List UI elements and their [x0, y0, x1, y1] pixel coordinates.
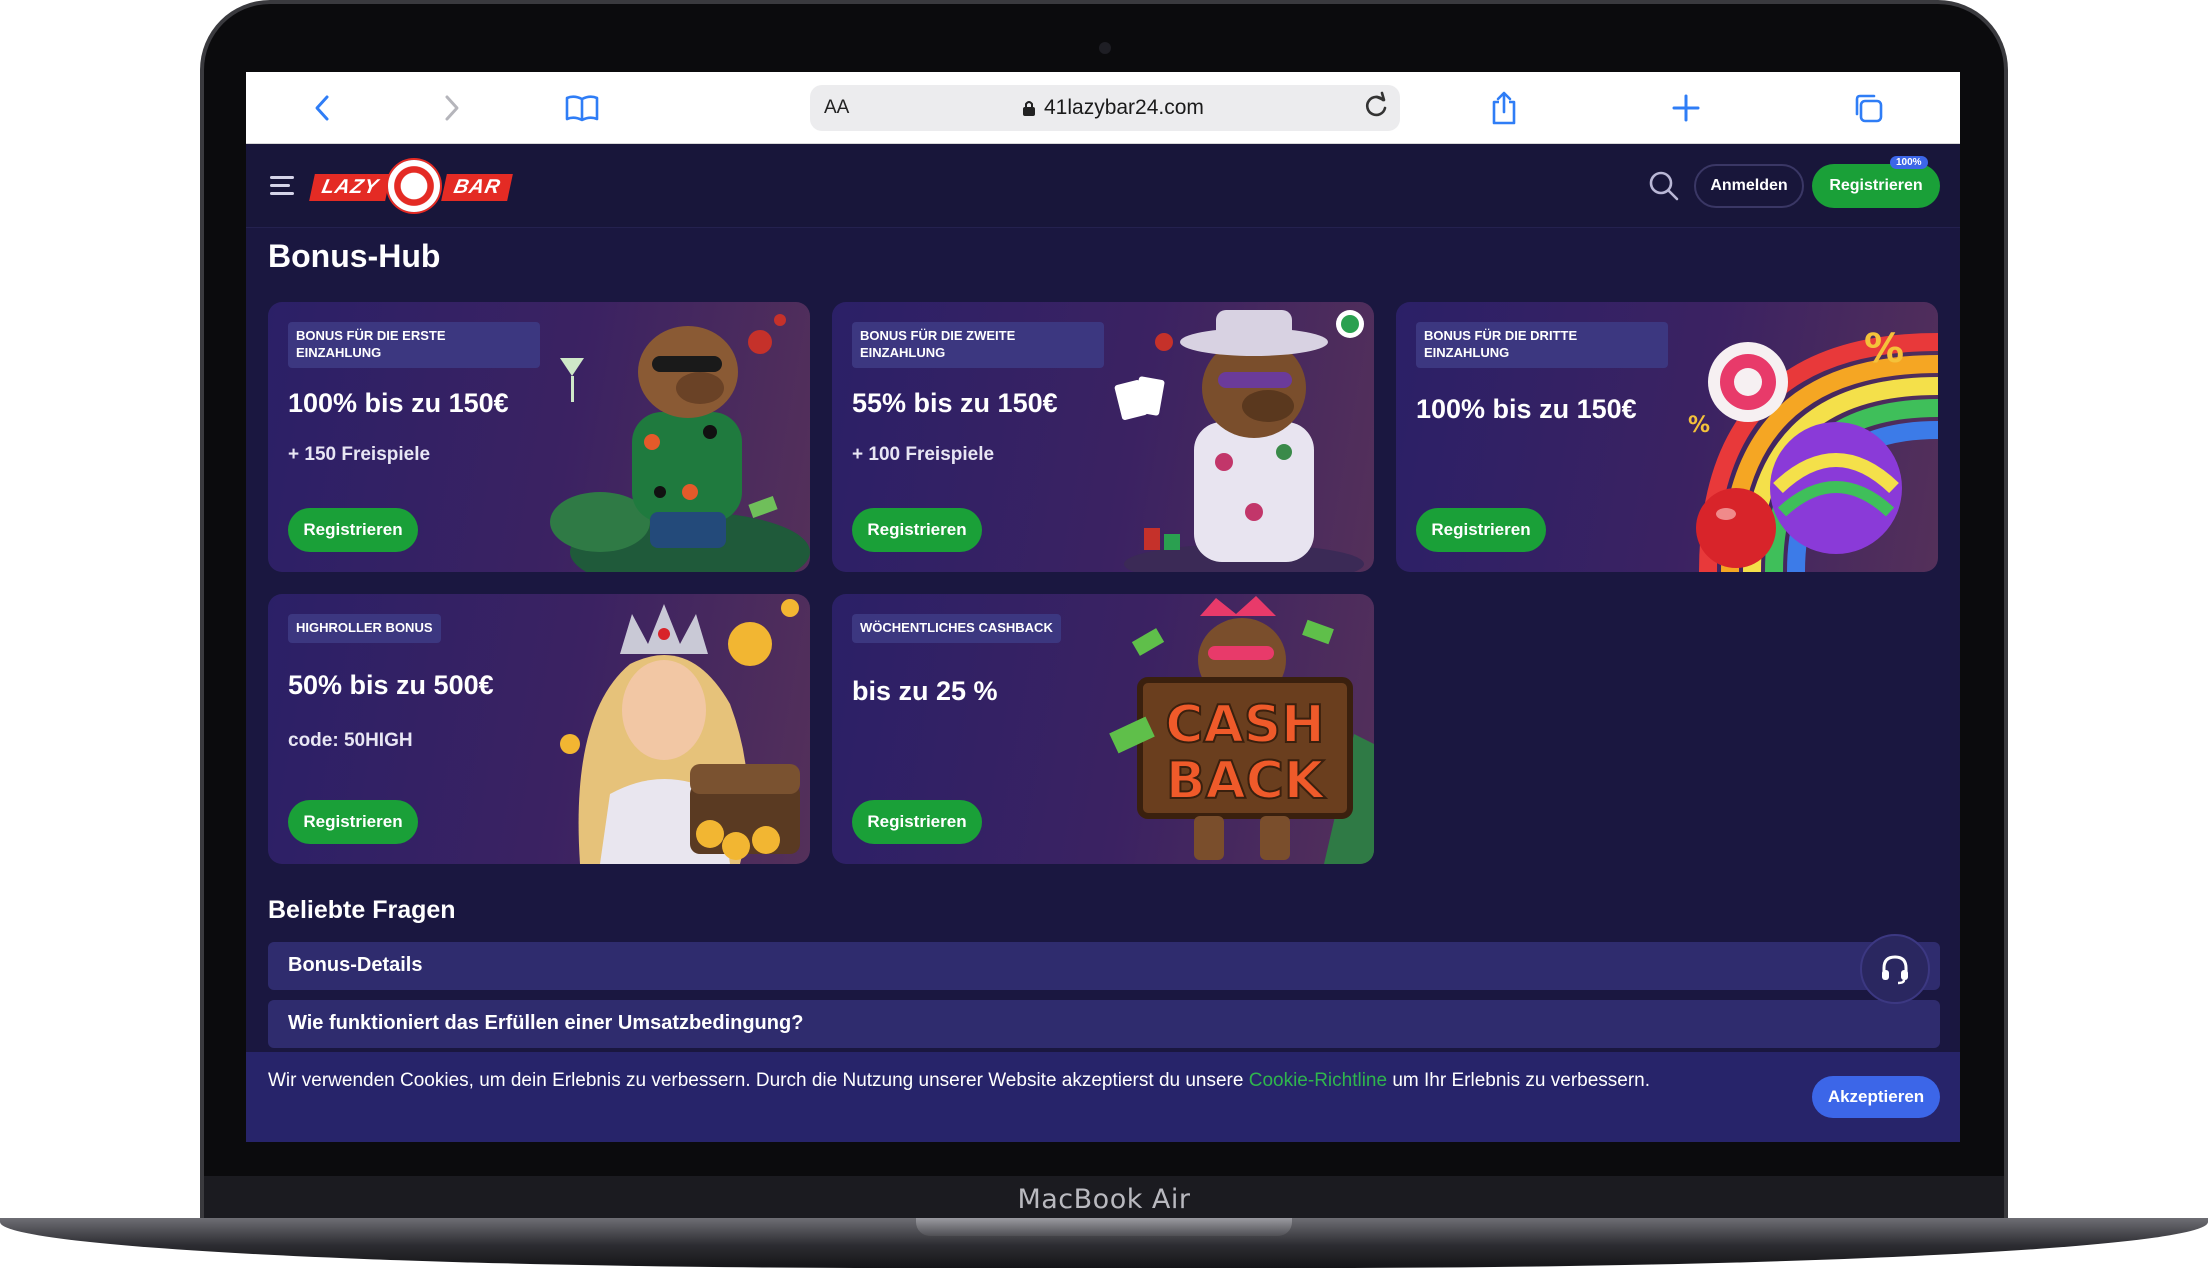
bonus-subtext: + 100 Freispiele	[852, 444, 995, 465]
share-icon[interactable]	[1482, 86, 1526, 130]
bonus-headline: 50% bis zu 500€	[288, 670, 494, 700]
capybara-cocktail-image	[550, 314, 810, 572]
cookie-text-after: um Ihr Erlebnis zu verbessern.	[1387, 1070, 1651, 1091]
svg-text:%: %	[1688, 413, 1710, 438]
cashback-sign-text-2: BACK	[1166, 751, 1326, 811]
faq-section-title: Beliebte Fragen	[268, 896, 456, 924]
bonus-tag: HIGHROLLER BONUS	[288, 614, 441, 643]
device-label: MacBook Air	[1017, 1183, 1191, 1215]
register-button[interactable]: Registrieren	[852, 508, 982, 552]
url-display[interactable]: 41lazybar24.com	[1022, 96, 1204, 120]
forward-icon[interactable]	[430, 86, 474, 130]
register-button[interactable]: Registrieren	[1812, 164, 1940, 208]
lock-icon	[1023, 101, 1035, 116]
page-title: Bonus-Hub	[268, 238, 441, 274]
browser-toolbar: AA 41lazybar24.com	[246, 72, 1960, 144]
bonus-headline: 100% bis zu 150€	[1416, 394, 1637, 424]
bonus-card-third-deposit[interactable]: BONUS FÜR DIE DRITTE EINZAHLUNG 100% bis…	[1396, 302, 1938, 572]
cookie-policy-link[interactable]: Cookie-Richtline	[1249, 1070, 1387, 1091]
site-header: LAZY BAR Anmelden Registrieren 100%	[246, 144, 1960, 228]
bonus-tag: BONUS FÜR DIE DRITTE EINZAHLUNG	[1416, 322, 1668, 368]
text-size-button[interactable]: AA	[824, 97, 849, 119]
lazybar-logo[interactable]: LAZY BAR	[309, 160, 514, 214]
svg-text:%: %	[1864, 326, 1904, 372]
laptop-chin: MacBook Air	[204, 1176, 2004, 1222]
candy-rainbow-image: % %	[1688, 326, 1938, 572]
bonus-card-highroller[interactable]: HIGHROLLER BONUS 50% bis zu 500€ code: 5…	[268, 594, 810, 864]
cookie-text: Wir verwenden Cookies, um dein Erlebnis …	[268, 1066, 1728, 1096]
queen-treasure-image	[560, 599, 800, 864]
bonus-headline: 55% bis zu 150€	[852, 388, 1058, 418]
register-button[interactable]: Registrieren	[288, 800, 418, 844]
cashback-sign-text-1: CASH	[1165, 695, 1324, 755]
bonus-subtext: code: 50HIGH	[288, 730, 413, 751]
capybara-poker-image	[1114, 310, 1364, 572]
bonus-tag: BONUS FÜR DIE ZWEITE EINZAHLUNG	[852, 322, 1104, 368]
reload-icon[interactable]	[1362, 91, 1390, 128]
bonus-card-second-deposit[interactable]: BONUS FÜR DIE ZWEITE EINZAHLUNG 55% bis …	[832, 302, 1374, 572]
laptop-hinge-notch	[916, 1218, 1292, 1236]
tabs-overview-icon[interactable]	[1846, 86, 1890, 130]
logo-text-right: BAR	[441, 174, 514, 201]
cookie-banner: Wir verwenden Cookies, um dein Erlebnis …	[246, 1052, 1960, 1142]
hamburger-menu-icon[interactable]	[270, 176, 294, 196]
faq-item[interactable]: Wie funktioniert das Erfüllen einer Umsa…	[268, 1000, 1940, 1048]
bonus-tag: WÖCHENTLICHES CASHBACK	[852, 614, 1061, 643]
accept-cookies-button[interactable]: Akzeptieren	[1812, 1076, 1940, 1118]
support-chat-button[interactable]	[1860, 934, 1930, 1004]
logo-badge-icon	[388, 160, 440, 212]
url-text: 41lazybar24.com	[1044, 96, 1204, 119]
cashback-sign-image: CASH BACK	[1109, 596, 1374, 864]
bonus-tag: BONUS FÜR DIE ERSTE EINZAHLUNG	[288, 322, 540, 368]
camera-icon	[1099, 42, 1111, 54]
headset-icon	[1882, 955, 1908, 985]
register-button[interactable]: Registrieren	[852, 800, 982, 844]
bonus-headline: 100% bis zu 150€	[288, 388, 509, 418]
register-badge: 100%	[1890, 156, 1928, 169]
bonus-headline: bis zu 25 %	[852, 676, 998, 706]
screen: AA 41lazybar24.com LAZY BAR Anmelden Reg…	[246, 72, 1960, 1142]
bonus-subtext: + 150 Freispiele	[288, 444, 431, 465]
logo-text-left: LAZY	[309, 174, 392, 201]
back-icon[interactable]	[300, 86, 344, 130]
bonus-card-first-deposit[interactable]: BONUS FÜR DIE ERSTE EINZAHLUNG 100% bis …	[268, 302, 810, 572]
cookie-text-before: Wir verwenden Cookies, um dein Erlebnis …	[268, 1070, 1249, 1091]
address-bar[interactable]: AA 41lazybar24.com	[810, 85, 1400, 131]
bonus-card-cashback[interactable]: WÖCHENTLICHES CASHBACK bis zu 25 % Regis…	[832, 594, 1374, 864]
search-icon[interactable]	[1648, 170, 1680, 202]
new-tab-icon[interactable]	[1664, 86, 1708, 130]
register-button[interactable]: Registrieren	[288, 508, 418, 552]
faq-item[interactable]: Bonus-Details	[268, 942, 1940, 990]
bookmarks-icon[interactable]	[560, 86, 604, 130]
register-button[interactable]: Registrieren	[1416, 508, 1546, 552]
login-button[interactable]: Anmelden	[1694, 164, 1804, 208]
